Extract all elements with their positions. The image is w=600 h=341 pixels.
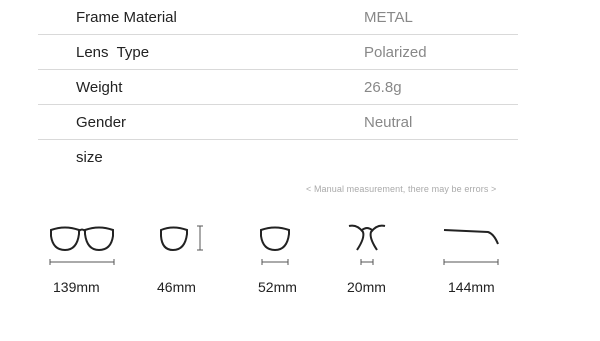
spec-row-frame-material: Frame Material METAL [38, 0, 518, 35]
spec-value: 26.8g [364, 79, 402, 96]
glasses-front-icon [49, 226, 115, 265]
spec-row-size: size [38, 140, 518, 174]
measurement-strip: 139mm 46mm 52mm 20mm 144mm [0, 210, 600, 300]
measurement-value: 144mm [448, 279, 495, 295]
spec-label: Lens Type [76, 44, 150, 61]
spec-label: Weight [76, 79, 123, 96]
measurement-value: 139mm [53, 279, 100, 295]
spec-row-lens-type: Lens Type Polarized [38, 35, 518, 70]
spec-label: Gender [76, 114, 127, 131]
measurement-value: 20mm [347, 279, 386, 295]
spec-row-gender: Gender Neutral [38, 105, 518, 140]
temple-arm-icon [443, 229, 499, 265]
spec-row-weight: Weight 26.8g [38, 70, 518, 105]
measurement-value: 46mm [157, 279, 196, 295]
spec-label: Frame Material [76, 9, 177, 26]
single-lens-icon [260, 226, 290, 265]
spec-value: METAL [364, 9, 413, 26]
bridge-icon [348, 224, 386, 265]
spec-value: Polarized [364, 44, 427, 61]
spec-table: Frame Material METAL Lens Type Polarized… [38, 0, 518, 174]
measurement-value: 52mm [258, 279, 297, 295]
measurement-note: < Manual measurement, there may be error… [306, 184, 497, 194]
lens-height-icon [160, 225, 203, 252]
spec-value: Neutral [364, 114, 413, 131]
spec-label: size [76, 149, 103, 166]
